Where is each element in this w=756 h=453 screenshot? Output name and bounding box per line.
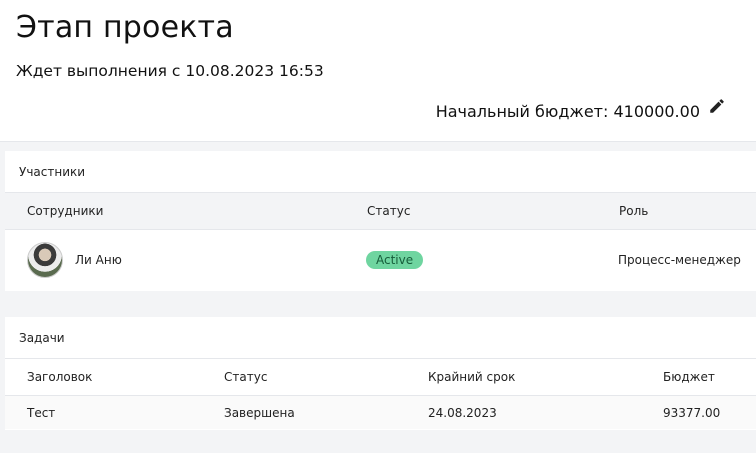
tasks-panel: Задачи Заголовок Статус Крайний срок Бюд… bbox=[5, 317, 756, 430]
avatar[interactable] bbox=[27, 242, 63, 278]
task-status-cell: Завершена bbox=[224, 405, 295, 420]
participants-title: Участники bbox=[5, 151, 756, 193]
initial-budget: Начальный бюджет: 410000.00 bbox=[435, 98, 726, 121]
participants-table-header: Сотрудники Статус Роль bbox=[5, 193, 756, 230]
member-cell: Ли Аню bbox=[27, 242, 122, 278]
pencil-icon[interactable] bbox=[708, 97, 726, 115]
col-header-role: Роль bbox=[619, 204, 649, 218]
col-header-task-status: Статус bbox=[224, 370, 268, 384]
task-title-cell: Тест bbox=[27, 405, 56, 420]
col-header-title: Заголовок bbox=[27, 370, 93, 384]
table-row[interactable]: Ли Аню Active Процесс-менеджер bbox=[5, 230, 756, 290]
tasks-title: Задачи bbox=[5, 317, 756, 359]
participants-panel: Участники Сотрудники Статус Роль Ли Аню … bbox=[5, 151, 756, 291]
col-header-status: Статус bbox=[367, 204, 411, 218]
task-budget-cell: 93377.00 bbox=[663, 405, 721, 420]
col-header-employees: Сотрудники bbox=[27, 204, 104, 218]
col-header-deadline: Крайний срок bbox=[428, 370, 516, 384]
initial-budget-label: Начальный бюджет: 410000.00 bbox=[435, 102, 700, 121]
status-badge: Active bbox=[366, 251, 424, 269]
status-cell: Active bbox=[366, 251, 424, 269]
task-deadline-cell: 24.08.2023 bbox=[428, 405, 497, 420]
page-title: Этап проекта bbox=[16, 10, 234, 45]
stage-status-subtitle: Ждет выполнения с 10.08.2023 16:53 bbox=[16, 62, 324, 80]
page-header: Этап проекта Ждет выполнения с 10.08.202… bbox=[0, 0, 756, 142]
table-row[interactable]: Тест Завершена 24.08.2023 93377.00 bbox=[5, 396, 756, 429]
tasks-table-header: Заголовок Статус Крайний срок Бюджет bbox=[5, 359, 756, 396]
col-header-budget: Бюджет bbox=[663, 370, 715, 384]
member-name: Ли Аню bbox=[75, 253, 122, 267]
role-cell: Процесс-менеджер bbox=[618, 253, 741, 267]
